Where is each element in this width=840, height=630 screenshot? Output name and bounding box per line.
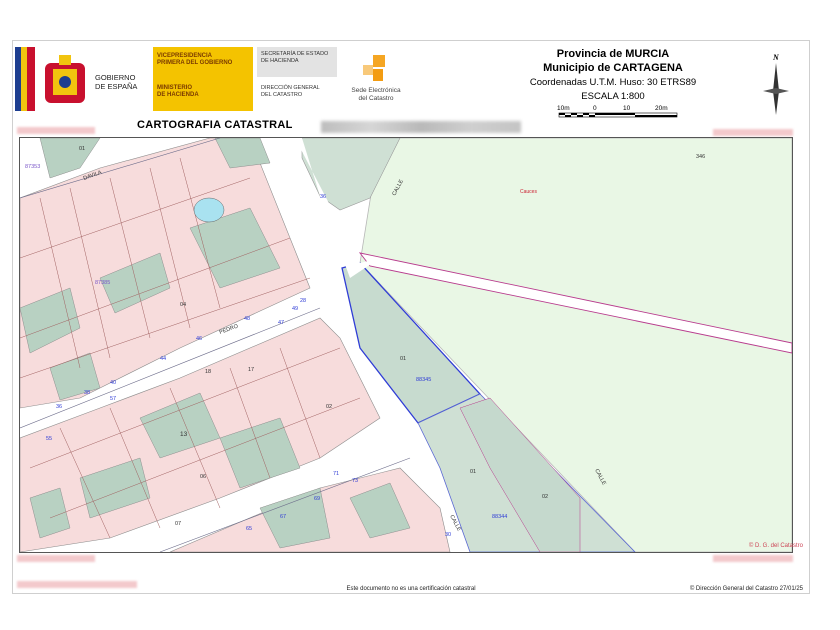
scale-text: ESCALA 1:800	[581, 91, 645, 102]
number-36: 36	[56, 404, 62, 410]
number-40: 40	[110, 380, 116, 386]
label-88344: 88344	[492, 514, 507, 520]
coordinates-text: Coordenadas U.T.M. Huso: 30 ETRS89	[529, 77, 697, 88]
vicepresidencia-line-1: VICEPRESIDENCIA	[157, 53, 213, 59]
number-65: 65	[246, 526, 252, 532]
direccion-line-1: DIRECCIÓN GENERAL	[261, 85, 320, 91]
scale-label-10: 10	[623, 105, 631, 112]
label-17: 17	[248, 367, 254, 373]
label-01-top: 01	[79, 146, 85, 152]
redacted-label-right	[713, 129, 793, 136]
number-28: 30	[445, 532, 451, 538]
scale-bar: 10m 0 10 20m	[557, 105, 678, 118]
label-02-block: 02	[326, 404, 332, 410]
vicepresidencia-line-2: PRIMERA DEL GOBIERNO	[157, 60, 233, 66]
number-49: 28	[300, 298, 306, 304]
gobierno-line-1: GOBIERNO	[95, 73, 136, 82]
redacted-bottom-right	[713, 555, 793, 562]
map-canvas: 346 01 87353 87385 88345 88344 02 01 01 …	[20, 138, 792, 552]
number-71: 71	[333, 471, 339, 477]
label-13: 13	[180, 431, 188, 438]
label-88345: 88345	[416, 377, 431, 383]
number-73: 73	[352, 478, 358, 484]
gobierno-line-2: DE ESPAÑA	[95, 82, 138, 91]
scale-label-20m: 20m	[655, 105, 668, 112]
redacted-bottom-left	[17, 555, 95, 562]
label-87353: 87353	[25, 164, 40, 170]
redacted-label-left	[17, 127, 95, 134]
number-55: 55	[46, 436, 52, 442]
ministry-block: VICEPRESIDENCIA PRIMERA DEL GOBIERNO MIN…	[153, 47, 253, 111]
number-69: 69	[314, 496, 320, 502]
flag-red-band	[27, 47, 35, 111]
sede-electronica-logo-icon	[363, 55, 385, 81]
section-title: CARTOGRAFIA CATASTRAL	[137, 119, 293, 131]
scale-label-10m: 10m	[557, 105, 570, 112]
ministerio-line-2: DE HACIENDA	[157, 92, 199, 98]
footer-copyright: © Dirección General del Catastro 27/01/2…	[689, 586, 803, 592]
sede-line-2: del Catastro	[358, 95, 394, 102]
label-01-parcel: 01	[400, 356, 406, 362]
secretaria-block: SECRETARÍA DE ESTADO DE HACIENDA	[257, 47, 337, 77]
sede-electronica-label[interactable]: Sede Electrónica del Catastro	[343, 87, 409, 103]
number-46: 46	[196, 336, 202, 342]
label-01-lower: 01	[470, 469, 476, 475]
number-38: 38	[84, 390, 90, 396]
redacted-reference	[321, 121, 521, 133]
number-47: 49	[292, 306, 298, 312]
label-346: 346	[696, 154, 705, 160]
secretaria-line-1: SECRETARÍA DE ESTADO	[261, 51, 329, 57]
number-44: 44	[160, 356, 166, 362]
direccion-block: DIRECCIÓN GENERAL DEL CATASTRO	[257, 85, 341, 99]
label-07: 07	[175, 521, 181, 527]
coat-of-arms-icon	[45, 55, 85, 103]
number-67: 67	[280, 514, 286, 520]
label-cauces: Cauces	[520, 189, 537, 195]
label-02: 02	[542, 494, 548, 500]
cadastral-map[interactable]: 346 01 87353 87385 88345 88344 02 01 01 …	[19, 137, 793, 553]
secretaria-line-2: DE HACIENDA	[261, 58, 299, 64]
document-header: GOBIERNO DE ESPAÑA VICEPRESIDENCIA PRIME…	[13, 41, 809, 123]
number-45: 47	[278, 320, 284, 326]
direccion-line-2: DEL CATASTRO	[261, 92, 303, 98]
scale-label-0: 0	[593, 105, 597, 112]
provincia-title: Provincia de MURCIA	[556, 48, 670, 60]
number-48: 48	[244, 316, 250, 322]
cadastral-document: GOBIERNO DE ESPAÑA VICEPRESIDENCIA PRIME…	[12, 40, 810, 594]
gobierno-label: GOBIERNO DE ESPAÑA	[95, 73, 137, 91]
north-label: N	[772, 53, 780, 62]
ministerio-line-1: MINISTERIO	[157, 85, 193, 91]
number-57: 57	[110, 396, 116, 402]
map-copyright: © D. G. del Catastro	[748, 543, 803, 549]
label-18: 18	[205, 369, 211, 375]
pond	[193, 197, 225, 223]
label-06: 06	[200, 474, 206, 480]
sede-line-1: Sede Electrónica	[351, 87, 401, 94]
number-30: 36	[320, 194, 326, 200]
label-87385: 87385	[95, 280, 110, 286]
north-arrow-icon: N	[763, 53, 789, 115]
label-04: 04	[180, 302, 186, 308]
municipio-title: Municipio de CARTAGENA	[543, 62, 683, 74]
